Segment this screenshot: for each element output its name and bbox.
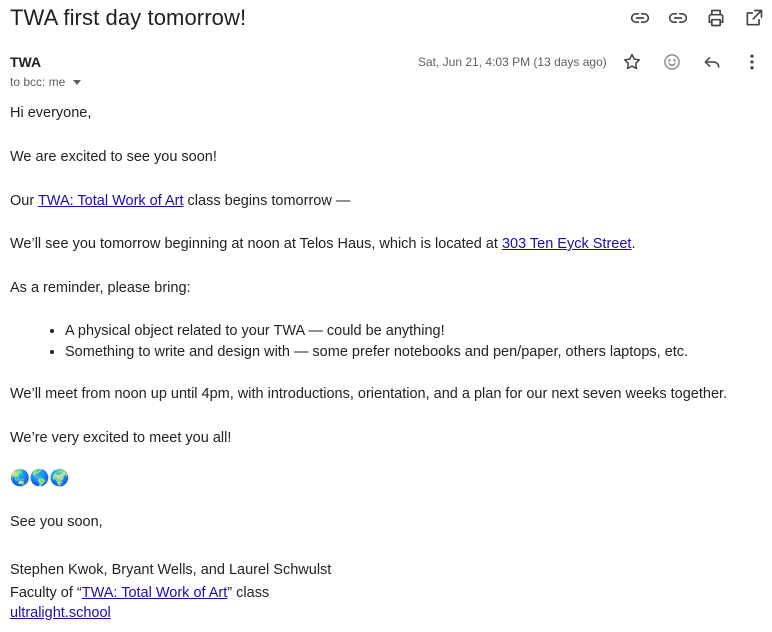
site-line: ultralight.school: [10, 604, 111, 622]
recipient-line: to bcc: me: [10, 75, 82, 89]
see-you-line: See you soon,: [10, 514, 103, 530]
class-link[interactable]: TWA: Total Work of Art: [38, 193, 184, 209]
sender-name[interactable]: TWA: [10, 54, 41, 70]
message-date: Sat, Jun 21, 4:03 PM (13 days ago): [418, 55, 607, 69]
globe-emojis: 🌏🌎🌍: [10, 470, 70, 487]
list-item: Something to write and design with — som…: [65, 343, 688, 361]
chevron-down-icon[interactable]: [73, 80, 82, 85]
location-line: We’ll see you tomorrow beginning at noon…: [10, 235, 635, 253]
recipient-label: to bcc: me: [10, 75, 66, 89]
faculty-link[interactable]: TWA: Total Work of Art: [82, 585, 228, 601]
site-link[interactable]: ultralight.school: [10, 605, 111, 621]
class-suffix: class begins tomorrow —: [183, 193, 351, 209]
reminder-line: As a reminder, please bring:: [10, 280, 191, 296]
greeting: Hi everyone,: [10, 105, 92, 121]
star-icon[interactable]: [622, 52, 642, 72]
location-prefix: We’ll see you tomorrow beginning at noon…: [10, 236, 502, 252]
class-line: Our TWA: Total Work of Art class begins …: [10, 192, 350, 210]
top-toolbar: [630, 8, 764, 28]
class-prefix: Our: [10, 193, 38, 209]
open-in-new-window-icon[interactable]: [744, 8, 764, 28]
link-icon[interactable]: [630, 8, 650, 28]
list-item: A physical object related to your TWA — …: [65, 322, 688, 340]
address-link[interactable]: 303 Ten Eyck Street: [502, 236, 632, 252]
faculty-prefix: Faculty of “: [10, 585, 82, 601]
excited-line: We are excited to see you soon!: [10, 149, 217, 165]
signature-names: Stephen Kwok, Bryant Wells, and Laurel S…: [10, 562, 332, 578]
excited-meet-line: We’re very excited to meet you all!: [10, 430, 232, 446]
location-suffix: .: [631, 236, 636, 252]
reply-icon[interactable]: [702, 52, 722, 72]
faculty-line: Faculty of “TWA: Total Work of Art” clas…: [10, 584, 269, 602]
faculty-suffix: ” class: [227, 585, 270, 601]
emoji-icon[interactable]: [662, 52, 682, 72]
message-actions: [622, 52, 762, 72]
link-icon[interactable]: [668, 8, 688, 28]
bring-list: A physical object related to your TWA — …: [10, 322, 688, 364]
email-subject: TWA first day tomorrow!: [10, 5, 247, 30]
meet-line: We’ll meet from noon up until 4pm, with …: [10, 386, 728, 402]
print-icon[interactable]: [706, 8, 726, 28]
more-options-icon[interactable]: [742, 52, 762, 72]
